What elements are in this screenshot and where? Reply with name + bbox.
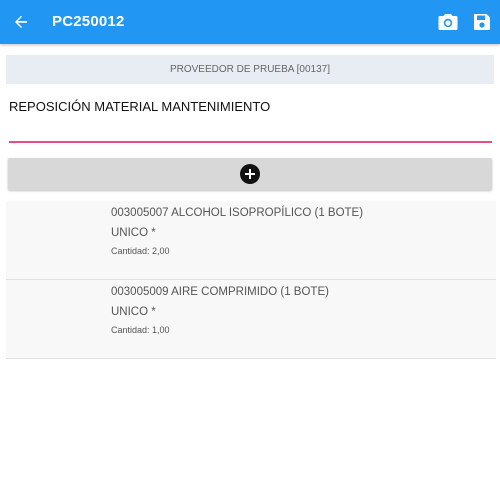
supplier-banner: PROVEEDOR DE PRUEBA [00137] xyxy=(6,55,494,84)
arrow-back-icon xyxy=(15,15,27,28)
back-button[interactable] xyxy=(8,9,34,35)
save-icon xyxy=(474,14,490,30)
items-list: 003005007 ALCOHOL ISOPROPÍLICO (1 BOTE) … xyxy=(6,201,496,359)
page-title: PC250012 xyxy=(52,13,125,30)
add-circle-icon xyxy=(240,164,260,184)
camera-button[interactable] xyxy=(435,9,461,35)
item-quantity: Cantidad: 1,00 xyxy=(111,325,170,335)
list-item[interactable]: 003005007 ALCOHOL ISOPROPÍLICO (1 BOTE) … xyxy=(6,201,496,280)
add-item-button[interactable] xyxy=(8,158,492,190)
app-root: PC250012 PROVEEDOR DE PRUEBA [00137] REP… xyxy=(0,0,500,481)
item-quantity: Cantidad: 2,00 xyxy=(111,246,170,256)
field-underline xyxy=(9,141,492,143)
top-app-bar: PC250012 xyxy=(0,0,500,44)
save-button[interactable] xyxy=(469,9,495,35)
item-name: 003005009 AIRE COMPRIMIDO (1 BOTE) xyxy=(111,286,329,298)
list-item[interactable]: 003005009 AIRE COMPRIMIDO (1 BOTE) UNICO… xyxy=(6,280,496,359)
item-variant: UNICO * xyxy=(111,227,156,239)
camera-icon xyxy=(438,14,458,30)
item-name: 003005007 ALCOHOL ISOPROPÍLICO (1 BOTE) xyxy=(111,207,364,219)
description-value: REPOSICIÓN MATERIAL MANTENIMIENTO xyxy=(9,99,271,114)
item-variant: UNICO * xyxy=(111,306,156,318)
description-field[interactable]: REPOSICIÓN MATERIAL MANTENIMIENTO xyxy=(9,90,492,144)
